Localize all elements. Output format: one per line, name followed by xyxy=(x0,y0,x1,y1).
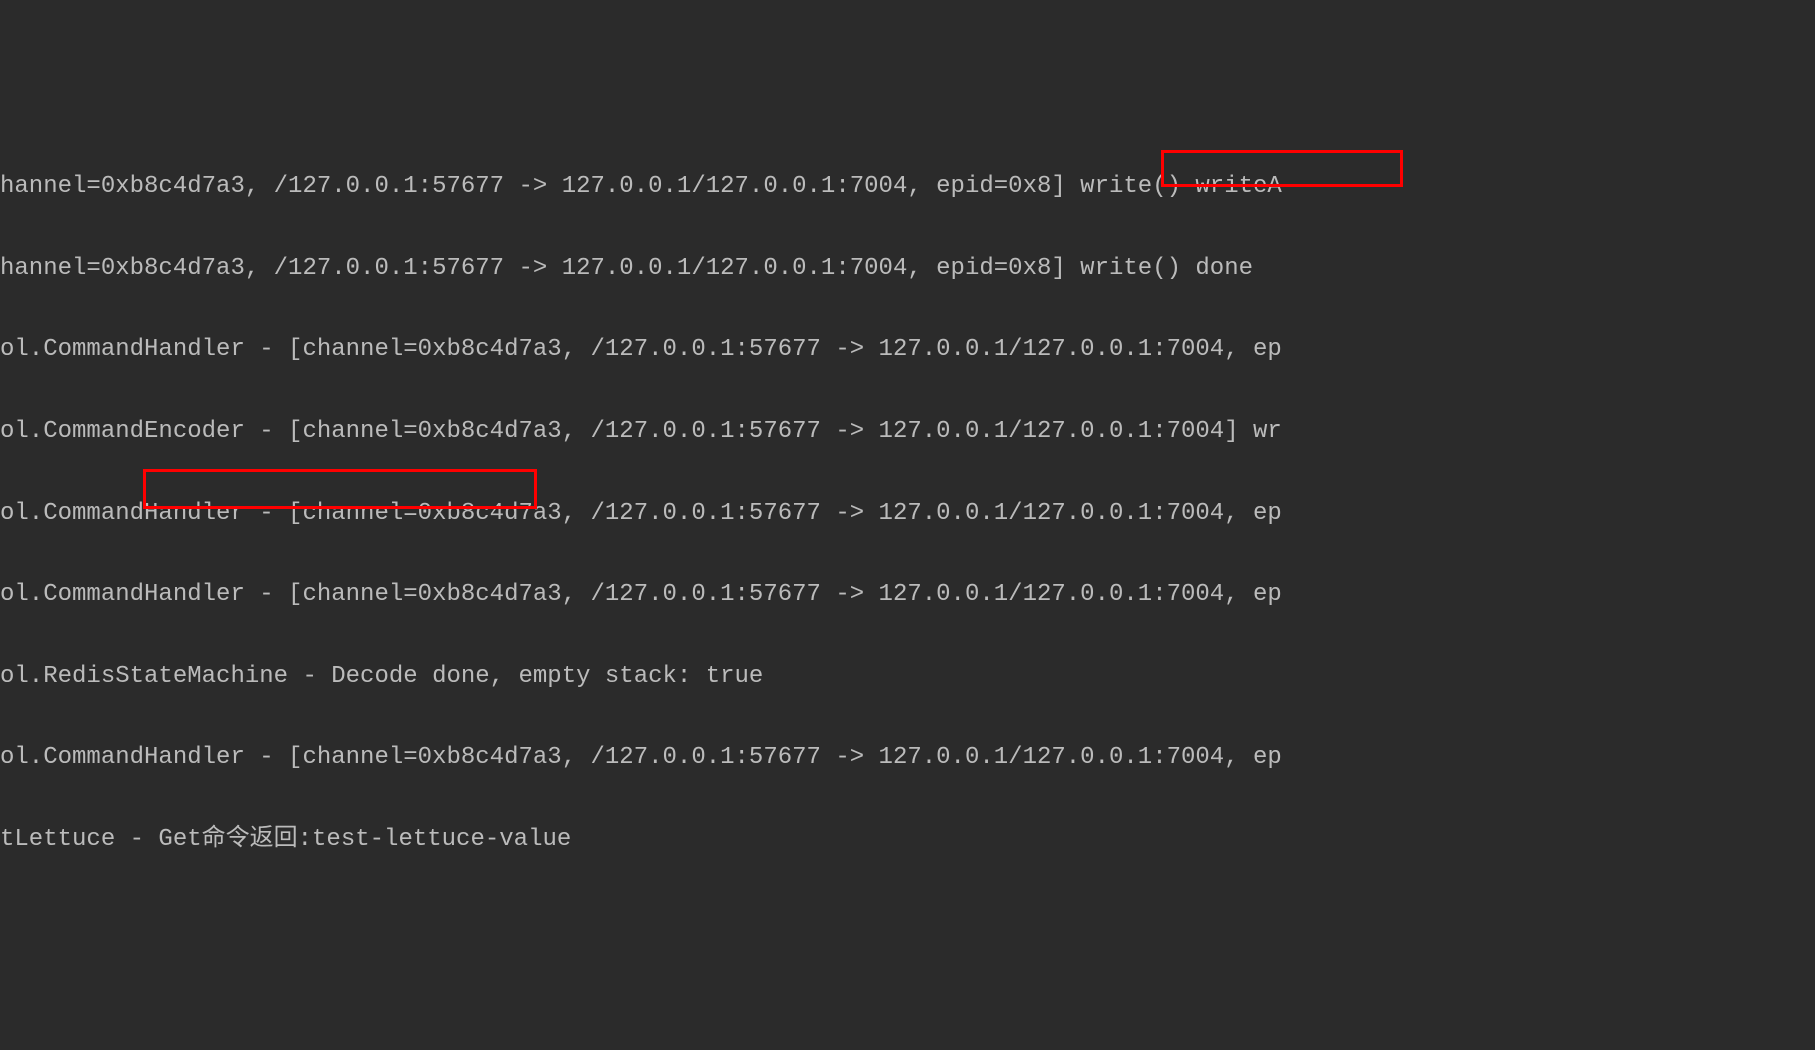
log-line-9: tLettuce - Get命令返回:test-lettuce-value xyxy=(0,820,1815,861)
log-line-2: hannel=0xb8c4d7a3, /127.0.0.1:57677 -> 1… xyxy=(0,249,1815,290)
log-line-5: ol.CommandHandler - [channel=0xb8c4d7a3,… xyxy=(0,494,1815,535)
log-line-3: ol.CommandHandler - [channel=0xb8c4d7a3,… xyxy=(0,330,1815,371)
log-line-8: ol.CommandHandler - [channel=0xb8c4d7a3,… xyxy=(0,738,1815,779)
log-line-4: ol.CommandEncoder - [channel=0xb8c4d7a3,… xyxy=(0,412,1815,453)
log-line-1: hannel=0xb8c4d7a3, /127.0.0.1:57677 -> 1… xyxy=(0,167,1815,208)
log-line-7: ol.RedisStateMachine - Decode done, empt… xyxy=(0,657,1815,698)
log-line-6: ol.CommandHandler - [channel=0xb8c4d7a3,… xyxy=(0,575,1815,616)
